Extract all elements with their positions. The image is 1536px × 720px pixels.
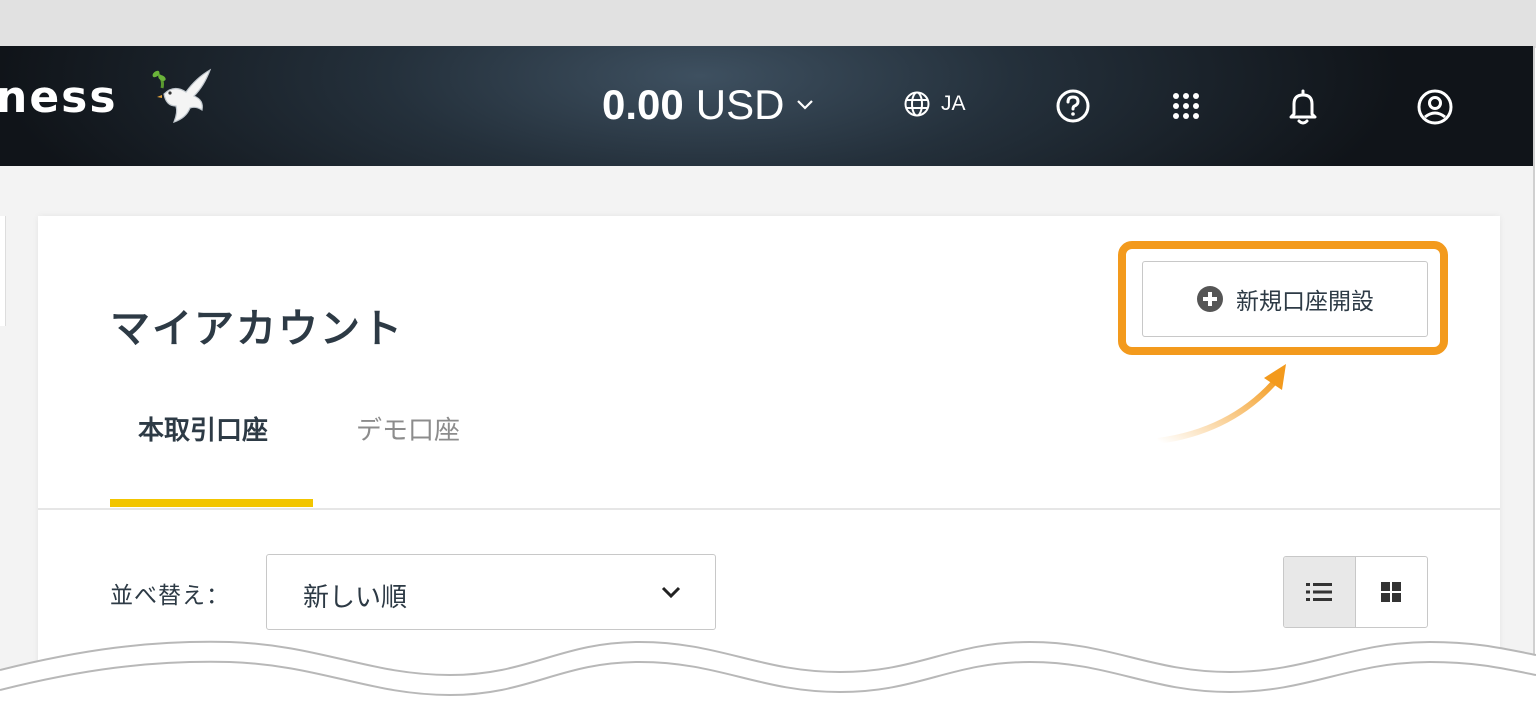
list-view-button[interactable]: [1284, 557, 1356, 627]
sort-value: 新しい順: [303, 583, 408, 613]
callout-arrow: [1157, 364, 1286, 444]
tab-demo-accounts[interactable]: デモ口座: [356, 410, 460, 447]
top-header: ness 0.00 USD JA: [0, 46, 1533, 166]
page-title: マイアカウント: [110, 306, 404, 352]
user-icon[interactable]: [1416, 88, 1454, 126]
cut-off-wave: [0, 640, 1536, 720]
chevron-down-icon: [797, 100, 814, 110]
view-toggle: [1283, 556, 1428, 628]
apps-grid-icon[interactable]: [1168, 88, 1204, 124]
sort-label: 並べ替え：: [110, 583, 230, 609]
grid-icon: [1381, 582, 1402, 602]
balance-amount: 0.00: [602, 81, 684, 128]
language-code: JA: [941, 92, 966, 115]
help-icon[interactable]: [1055, 88, 1091, 124]
plus-circle-icon: [1196, 285, 1224, 313]
new-account-label: 新規口座開設: [1236, 289, 1374, 315]
new-account-button[interactable]: 新規口座開設: [1142, 261, 1428, 337]
bell-icon[interactable]: [1286, 88, 1320, 126]
language-selector[interactable]: JA: [903, 90, 966, 118]
list-icon: [1306, 583, 1333, 601]
tab-live-accounts[interactable]: 本取引口座: [138, 410, 268, 447]
balance-currency: USD: [695, 81, 785, 128]
collapsed-sidebar: [0, 216, 6, 326]
chevron-down-icon: [661, 586, 681, 599]
globe-icon: [904, 91, 930, 117]
tabs-divider: [38, 508, 1500, 510]
grid-view-button[interactable]: [1356, 557, 1428, 627]
brand-logo[interactable]: ness: [0, 72, 118, 123]
sort-dropdown[interactable]: 新しい順: [266, 554, 716, 630]
dove-icon: [152, 68, 212, 123]
app-window: ness 0.00 USD JA マイアカウント 新規口座開設 本取引口座 デモ…: [0, 46, 1535, 720]
active-tab-indicator: [110, 499, 313, 507]
balance-selector[interactable]: 0.00 USD: [602, 80, 814, 130]
browser-chrome: [0, 0, 1536, 48]
